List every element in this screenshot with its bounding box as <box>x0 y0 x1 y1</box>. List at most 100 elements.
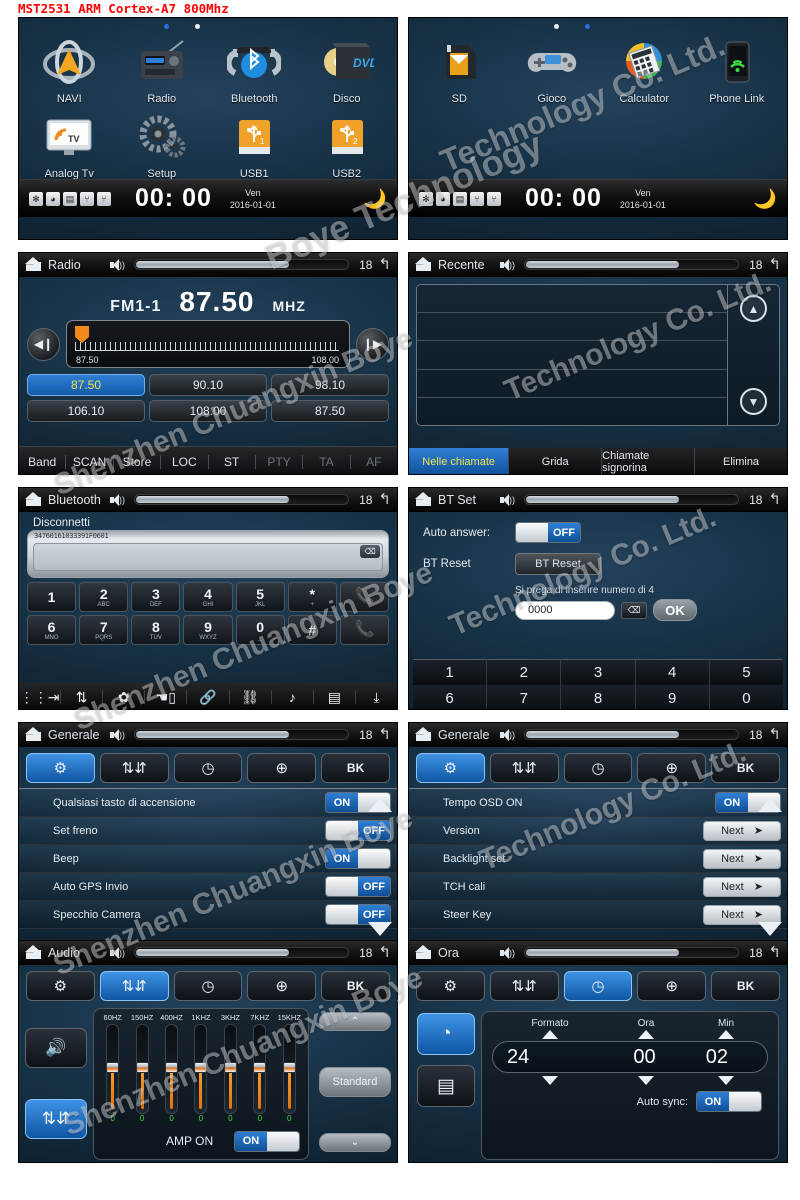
preset-button[interactable]: 87.50 <box>271 400 389 422</box>
moon-star-icon[interactable]: 🌙 <box>363 187 387 211</box>
app-analog-tv[interactable]: TV Analog Tv <box>23 109 116 180</box>
tab-globe-search[interactable]: ⊕ <box>247 753 317 783</box>
volume-slider[interactable] <box>134 947 350 958</box>
frequency-scale[interactable]: 87.50 108.00 <box>66 320 350 368</box>
numpad-key[interactable]: 5 <box>709 659 784 685</box>
tab-equalizer[interactable]: ⇅⇵ <box>489 971 559 1001</box>
call-answer-icon[interactable]: 📞 <box>339 582 389 612</box>
back-arrow-icon[interactable]: ↰ <box>378 257 391 272</box>
back-arrow-icon[interactable]: ↰ <box>768 945 781 960</box>
key-7[interactable]: 7 PQRS <box>79 615 129 645</box>
home-icon[interactable] <box>25 257 42 272</box>
tab-clock[interactable]: ◷ <box>173 971 243 1001</box>
hour-up-arrow[interactable] <box>606 1030 686 1039</box>
tab-equalizer[interactable]: ⇅⇵ <box>99 971 169 1001</box>
speaker-icon[interactable]: )) <box>110 493 125 506</box>
eq-slider[interactable] <box>253 1024 267 1114</box>
preset-button[interactable]: 106.10 <box>27 400 145 422</box>
list-item[interactable] <box>417 341 727 370</box>
app-radio[interactable]: Radio <box>116 34 209 105</box>
app-sd[interactable]: SD <box>413 34 506 105</box>
speaker-icon[interactable]: )) <box>500 946 515 959</box>
eq-handle[interactable] <box>165 1062 179 1073</box>
volume-slider[interactable] <box>524 947 740 958</box>
numpad-key[interactable]: 4 <box>635 659 710 685</box>
radio-fn-loc[interactable]: LOC <box>161 454 209 469</box>
eq-slider[interactable] <box>194 1024 208 1114</box>
page-dot-inactive[interactable] <box>195 24 200 29</box>
setting-row[interactable]: Specchio Camera OFF <box>19 901 397 929</box>
volume-slider[interactable] <box>134 494 350 505</box>
speaker-wave-icon[interactable]: 🔊 <box>25 1027 87 1068</box>
setting-row[interactable]: TCH cali Next ➤ <box>409 873 787 901</box>
key-hash[interactable]: # <box>287 615 337 645</box>
key-9[interactable]: 9 WXYZ <box>183 615 233 645</box>
back-arrow-icon[interactable]: ↰ <box>378 492 391 507</box>
radio-fn-band[interactable]: Band <box>19 454 67 469</box>
eq-handle[interactable] <box>106 1062 120 1073</box>
app-usb1[interactable]: 1 USB1 <box>208 109 301 180</box>
setting-row[interactable]: Version Next ➤ <box>409 817 787 845</box>
key-star[interactable]: * + <box>287 582 337 612</box>
key-5[interactable]: 5 JKL <box>235 582 285 612</box>
setting-row[interactable]: Tempo OSD ON ON <box>409 789 787 817</box>
minute-up-arrow[interactable] <box>686 1030 766 1039</box>
eq-preset-name[interactable]: Standard <box>319 1067 391 1097</box>
numpad-key[interactable]: 6 <box>413 685 488 709</box>
preset-button[interactable]: 108.00 <box>149 400 267 422</box>
hour-down-arrow[interactable] <box>606 1076 686 1085</box>
setting-row[interactable]: Set freno OFF <box>19 817 397 845</box>
settings-gear-icon[interactable]: ✿ <box>103 690 146 704</box>
eq-slider[interactable] <box>165 1024 179 1114</box>
back-arrow-icon[interactable]: ↰ <box>768 492 781 507</box>
tab-chiamate-signorina[interactable]: Chiamate signorina <box>602 448 696 474</box>
speaker-icon[interactable]: )) <box>110 728 125 741</box>
chevron-up-icon[interactable]: ⌃ <box>319 1012 391 1031</box>
numpad-key[interactable]: 7 <box>487 685 562 709</box>
speaker-icon[interactable]: )) <box>500 493 515 506</box>
setting-toggle[interactable]: ON <box>325 792 391 813</box>
volume-slider[interactable] <box>524 259 740 270</box>
numpad-key[interactable]: 0 <box>709 685 784 709</box>
back-arrow-icon[interactable]: ↰ <box>378 945 391 960</box>
home-icon[interactable] <box>415 727 432 742</box>
setting-row[interactable]: Beep ON <box>19 845 397 873</box>
auto-sync-toggle[interactable]: ON <box>696 1091 762 1112</box>
calendar-icon[interactable]: ▤ <box>417 1065 475 1107</box>
dialpad-icon[interactable]: ⋮⋮⇥ <box>19 690 62 704</box>
amp-toggle[interactable]: ON <box>234 1130 300 1152</box>
app-bluetooth[interactable]: Bluetooth <box>208 34 301 105</box>
list-item[interactable] <box>417 398 727 426</box>
setting-toggle[interactable]: OFF <box>325 876 391 897</box>
radio-fn-pty[interactable]: PTY <box>256 454 304 469</box>
volume-slider[interactable] <box>134 729 350 740</box>
app-usb2[interactable]: 2 USB2 <box>301 109 394 180</box>
dial-input[interactable] <box>33 543 383 571</box>
page-dot-inactive[interactable] <box>554 24 559 29</box>
tab-elimina[interactable]: Elimina <box>695 448 787 474</box>
eq-handle[interactable] <box>135 1062 149 1073</box>
prev-track-icon[interactable]: ◀❙ <box>27 327 60 361</box>
setting-row[interactable]: Qualsiasi tasto di accensione ON <box>19 789 397 817</box>
backspace-icon[interactable]: ⌫ <box>360 545 380 558</box>
tab-globe-search[interactable]: ⊕ <box>637 971 707 1001</box>
tab-clock[interactable]: ◷ <box>563 971 633 1001</box>
app-disco[interactable]: DVD Disco <box>301 34 394 105</box>
tab-equalizer[interactable]: ⇅⇵ <box>489 753 559 783</box>
next-track-icon[interactable]: ❙▶ <box>356 327 389 361</box>
eq-handle[interactable] <box>253 1062 267 1073</box>
preset-button[interactable]: 87.50 <box>27 374 145 396</box>
tab-bk[interactable]: BK <box>711 753 780 783</box>
dial-display[interactable]: 34760161033391F0601 ⌫ <box>27 530 389 578</box>
eq-handle[interactable] <box>194 1062 208 1073</box>
setting-toggle[interactable]: OFF <box>325 904 391 925</box>
list-item[interactable] <box>417 285 727 314</box>
tab-settings-gear[interactable]: ⚙ <box>416 753 485 783</box>
back-arrow-icon[interactable]: ↰ <box>768 257 781 272</box>
pin-input[interactable]: 0000 <box>515 600 615 620</box>
radio-fn-st[interactable]: ST <box>209 454 256 469</box>
equalizer-icon[interactable]: ⇅⇵ <box>25 1098 87 1139</box>
home-icon[interactable] <box>25 492 42 507</box>
app-navi[interactable]: NAVI <box>23 34 116 105</box>
numpad-key[interactable]: 3 <box>561 659 636 685</box>
